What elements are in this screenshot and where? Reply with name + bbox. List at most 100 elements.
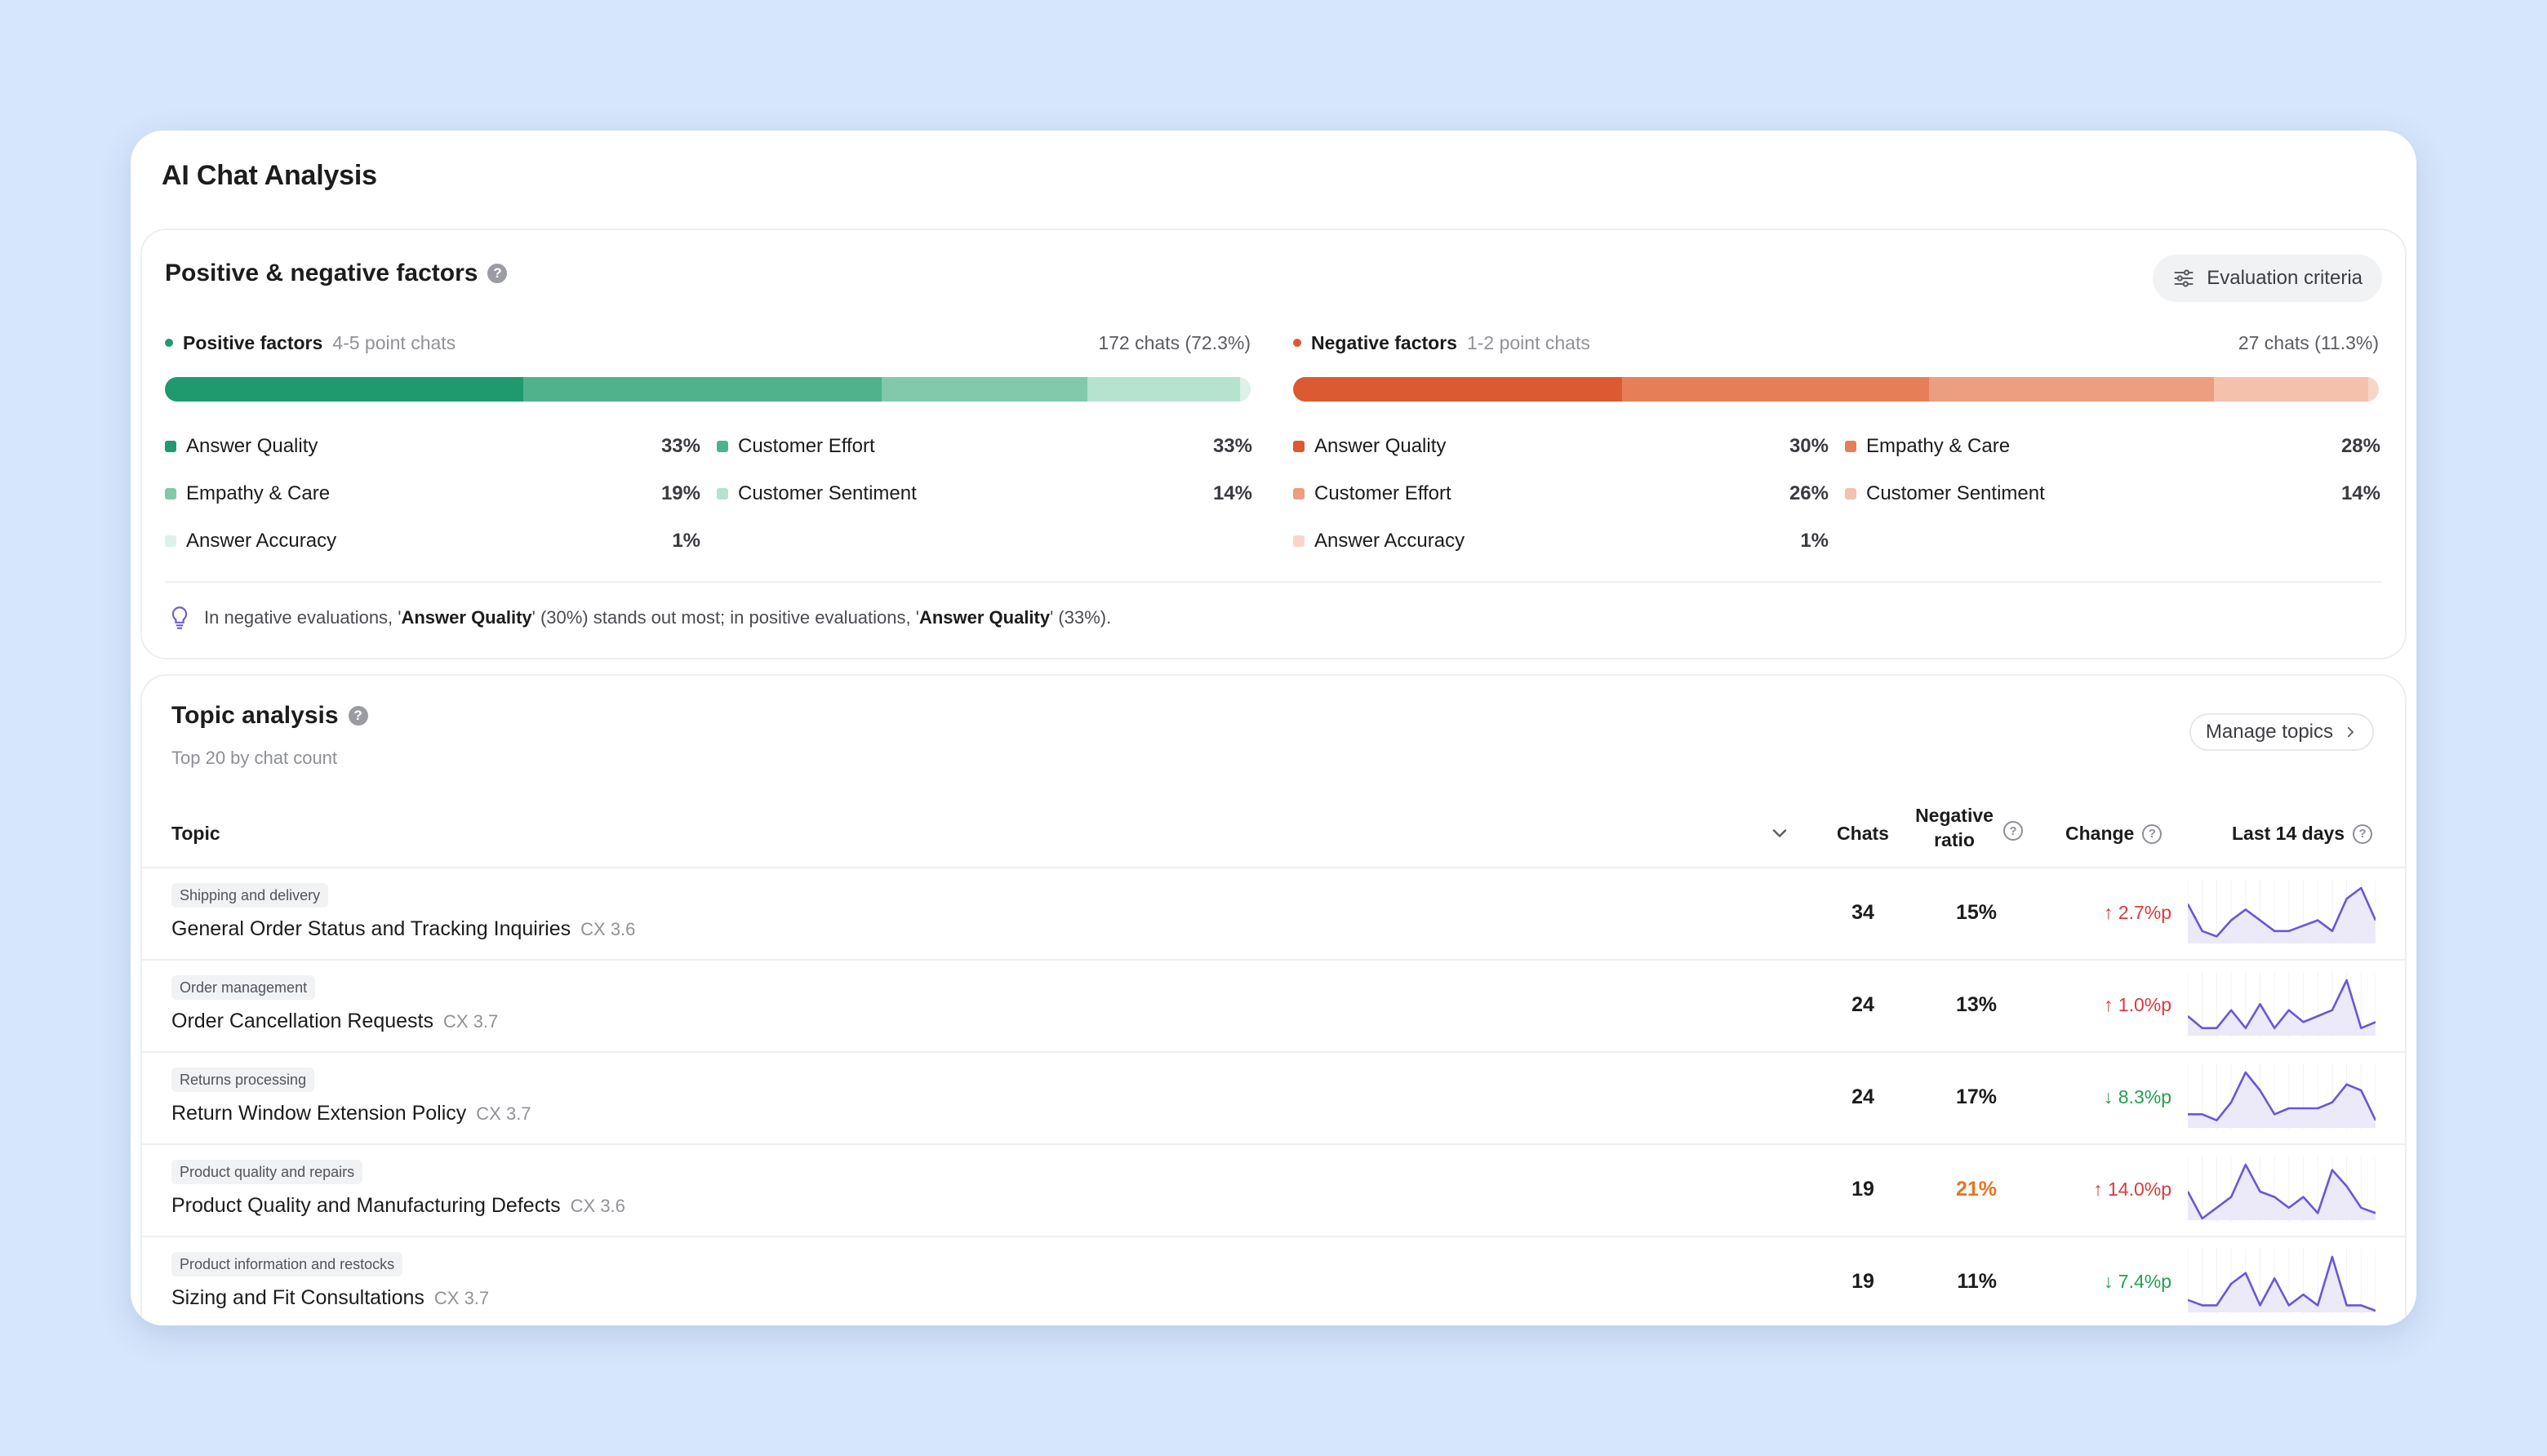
lightbulb-icon [171,606,188,629]
sparkline-14-days [2188,1156,2376,1222]
legend-label: Empathy & Care [1866,435,2011,457]
negative-ratio: 11% [1957,1270,1997,1293]
table-row[interactable]: Returns processing Return Window Extensio… [142,1051,2405,1143]
insight-part: ' (30%) stands out most; in positive eva… [531,607,919,628]
negative-factors-legend: Answer Quality 30% Empathy & Care 28% Custom… [1293,423,2380,565]
topics-panel: Topic analysis ? Top 20 by chat count Ma… [140,674,2407,1325]
bar-segment [165,377,523,402]
bar-segment [1293,377,1623,402]
ai-chat-analysis-card: AI Chat Analysis Positive & negative fac… [131,131,2416,1325]
legend-swatch [165,441,176,452]
positive-factors-sub: 4-5 point chats [332,331,456,353]
topic-title: Order Cancellation Requests CX 3.7 [171,1010,498,1033]
bar-segment [1622,377,1930,402]
legend-item: Answer Accuracy 1% [1293,517,1829,565]
legend-item: Empathy & Care 19% [165,470,700,517]
bar-segment [2367,377,2379,402]
cx-score: CX 3.6 [570,1196,625,1216]
legend-label: Answer Accuracy [1314,530,1465,552]
negative-ratio: 13% [1955,993,1997,1016]
chats-count: 34 [1851,901,1874,924]
legend-percent: 19% [660,482,700,504]
topics-title: Topic analysis ? [171,702,368,730]
column-change[interactable]: Change ? [2065,823,2163,845]
change-value: ↑ 1.0%p [2103,994,2171,1015]
sort-dropdown[interactable] [1768,821,1793,846]
legend-item: Empathy & Care 28% [1845,423,2380,470]
evaluation-criteria-button[interactable]: Evaluation criteria [2153,255,2382,302]
negative-factors-sub: 1-2 point chats [1466,331,1590,353]
topics-title-text: Topic analysis [171,702,339,729]
change-value: ↑ 14.0%p [2093,1179,2171,1200]
positive-factors-label: Positive factors [183,331,323,353]
cx-score: CX 3.6 [580,919,636,939]
table-row[interactable]: Order management Order Cancellation Reque… [142,959,2405,1051]
legend-label: Answer Accuracy [186,530,337,552]
negative-factors-count: 27 chats (11.3%) [2238,331,2379,353]
legend-item: Customer Sentiment 14% [1845,470,2380,517]
legend-label: Customer Effort [738,435,875,457]
column-negative-ratio-line1: Negative [1915,805,1994,826]
help-icon: ? [2142,823,2163,844]
table-row[interactable]: Product information and restocks Sizing a… [142,1236,2405,1325]
column-last-14-days[interactable]: Last 14 days ? [2232,823,2373,845]
change-value: ↓ 7.4%p [2103,1271,2171,1292]
help-icon: ? [2353,823,2373,844]
bar-segment [1087,377,1240,402]
factors-panel: Positive & negative factors ? Evaluation… [140,229,2407,659]
legend-item: Customer Effort 33% [717,423,1252,470]
table-row[interactable]: Product quality and repairs Product Quali… [142,1143,2405,1236]
chevron-right-icon [2347,726,2354,738]
help-icon[interactable]: ? [487,264,508,283]
topic-title: General Order Status and Tracking Inquir… [171,917,635,941]
chats-count: 24 [1851,993,1874,1016]
help-icon: ? [2003,821,2023,841]
cx-score: CX 3.7 [433,1288,490,1308]
positive-factors-count: 172 chats (72.3%) [1098,331,1251,353]
column-topic[interactable]: Topic [171,823,220,845]
legend-item: Customer Sentiment 14% [717,470,1252,517]
legend-percent: 14% [1212,482,1252,504]
column-chats[interactable]: Chats [1814,823,1912,845]
positive-dot [165,339,173,347]
category-tag: Product quality and repairs [171,1160,363,1184]
topic-title: Product Quality and Manufacturing Defect… [171,1194,625,1218]
bar-segment [522,377,882,402]
sparkline-area [2188,1257,2376,1312]
negative-ratio-help[interactable]: ? [1995,821,2023,841]
legend-percent: 1% [1800,530,1829,552]
legend-label: Customer Sentiment [1866,482,2045,504]
factors-title-text: Positive & negative factors [165,260,478,286]
topic-name: Order Cancellation Requests [171,1010,433,1032]
category-tag: Order management [171,975,316,1000]
negative-factors-bar [1293,377,2379,402]
negative-factors-header: Negative factors 1-2 point chats 27 chat… [1293,326,2379,359]
page-title: AI Chat Analysis [162,160,377,191]
legend-percent: 1% [672,530,700,552]
table-header: Topic Chats Negative ratio ? Change ? La… [142,798,2405,867]
negative-dot [1293,339,1301,347]
topic-title: Sizing and Fit Consultations CX 3.7 [171,1286,489,1310]
insight-text: In negative evaluations, 'Answer Quality… [204,607,1111,628]
positive-factors-bar [165,377,1251,402]
legend-swatch [1293,535,1305,547]
help-icon[interactable]: ? [348,706,368,726]
topic-name: Product Quality and Manufacturing Defect… [171,1194,561,1217]
legend-item: Answer Quality 30% [1293,423,1829,470]
legend-label: Customer Sentiment [738,482,917,504]
column-negative-ratio[interactable]: Negative ratio [1905,803,2003,852]
evaluation-criteria-label: Evaluation criteria [2207,267,2363,289]
positive-factors: Positive factors 4-5 point chats 172 cha… [165,326,1252,565]
manage-topics-label: Manage topics [2205,721,2333,743]
manage-topics-button[interactable]: Manage topics [2189,713,2374,751]
factors-title: Positive & negative factors ? [165,260,508,287]
negative-ratio: 17% [1955,1085,1997,1108]
topics-subtitle: Top 20 by chat count [171,748,338,768]
negative-factors: Negative factors 1-2 point chats 27 chat… [1293,326,2380,565]
legend-item: Customer Effort 26% [1293,470,1829,517]
legend-item: Answer Accuracy 1% [165,517,700,565]
table-row[interactable]: Shipping and delivery General Order Statu… [142,867,2405,959]
insight-part: In negative evaluations, ' [204,607,402,628]
legend-swatch [1845,488,1856,499]
insight-part: ' (33%). [1050,607,1112,628]
